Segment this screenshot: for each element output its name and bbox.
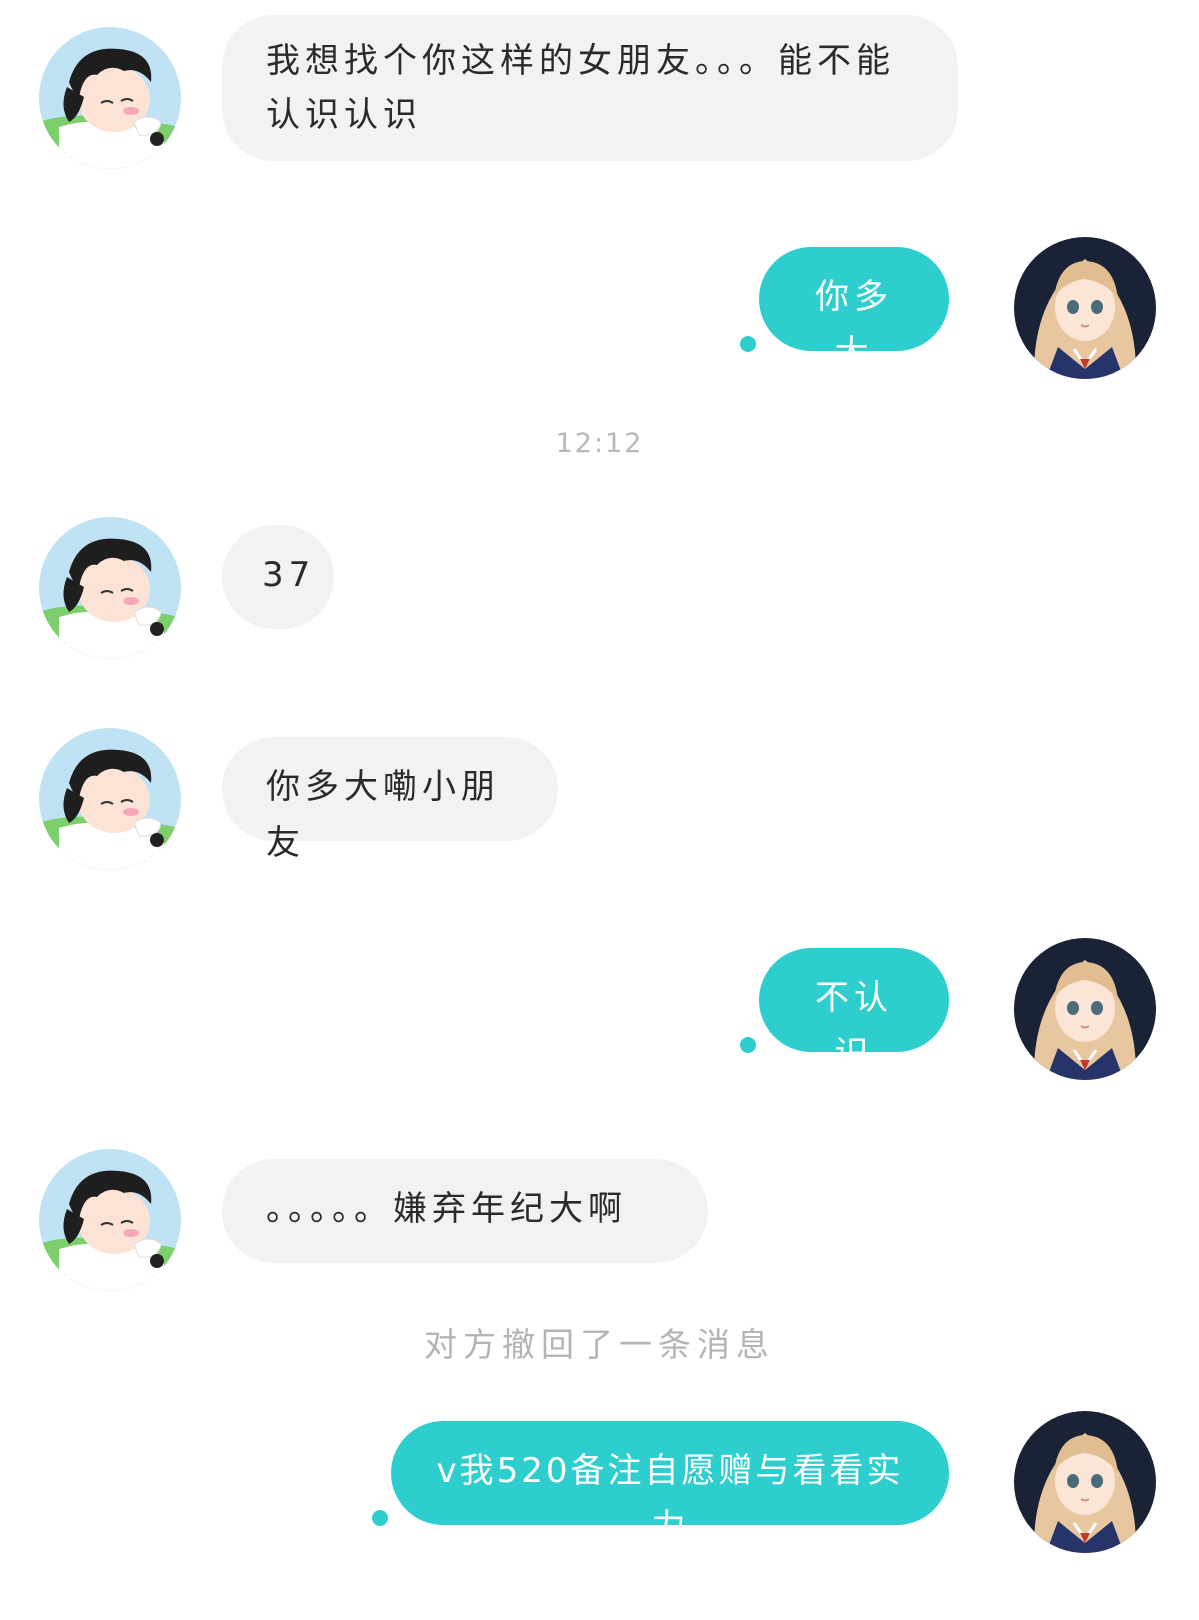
message-bubble-incoming[interactable]: 你多大嘞小朋友: [222, 737, 558, 863]
girl-avatar-icon: [1014, 1411, 1156, 1553]
my-avatar[interactable]: [1014, 237, 1156, 379]
girl-avatar-icon: [1014, 938, 1156, 1080]
message-bubble-outgoing[interactable]: v我520备注自愿赠与看看实力: [391, 1421, 949, 1547]
message-bubble-incoming[interactable]: 37: [222, 525, 334, 629]
contact-avatar[interactable]: [39, 517, 181, 659]
recall-notice: 对方撤回了一条消息: [424, 1325, 775, 1364]
contact-avatar[interactable]: [39, 1149, 181, 1291]
message-text: v我520备注自愿赠与看看实力: [436, 1451, 904, 1547]
message-text: 我想找个你这样的女朋友。。。能不能认识认识: [266, 41, 895, 135]
message-text: 你多大: [815, 277, 893, 373]
boy-avatar-icon: [39, 27, 181, 169]
message-text: 。。。。。嫌弃年纪大啊: [266, 1189, 627, 1229]
my-avatar[interactable]: [1014, 938, 1156, 1080]
message-bubble-outgoing[interactable]: 你多大: [759, 247, 949, 373]
boy-avatar-icon: [39, 1149, 181, 1291]
message-text: 不认识: [815, 978, 893, 1074]
my-avatar[interactable]: [1014, 1411, 1156, 1553]
message-timestamp: 12:12: [555, 428, 644, 459]
contact-avatar[interactable]: [39, 728, 181, 870]
contact-avatar[interactable]: [39, 27, 181, 169]
message-bubble-incoming[interactable]: 我想找个你这样的女朋友。。。能不能认识认识: [222, 15, 958, 161]
message-text: 你多大嘞小朋友: [266, 767, 500, 863]
message-bubble-outgoing[interactable]: 不认识: [759, 948, 949, 1074]
sent-status-dot: [740, 1037, 756, 1053]
message-text: 37: [262, 555, 316, 595]
sent-status-dot: [372, 1510, 388, 1526]
message-bubble-incoming[interactable]: 。。。。。嫌弃年纪大啊: [222, 1159, 708, 1263]
boy-avatar-icon: [39, 517, 181, 659]
girl-avatar-icon: [1014, 237, 1156, 379]
boy-avatar-icon: [39, 728, 181, 870]
sent-status-dot: [740, 336, 756, 352]
